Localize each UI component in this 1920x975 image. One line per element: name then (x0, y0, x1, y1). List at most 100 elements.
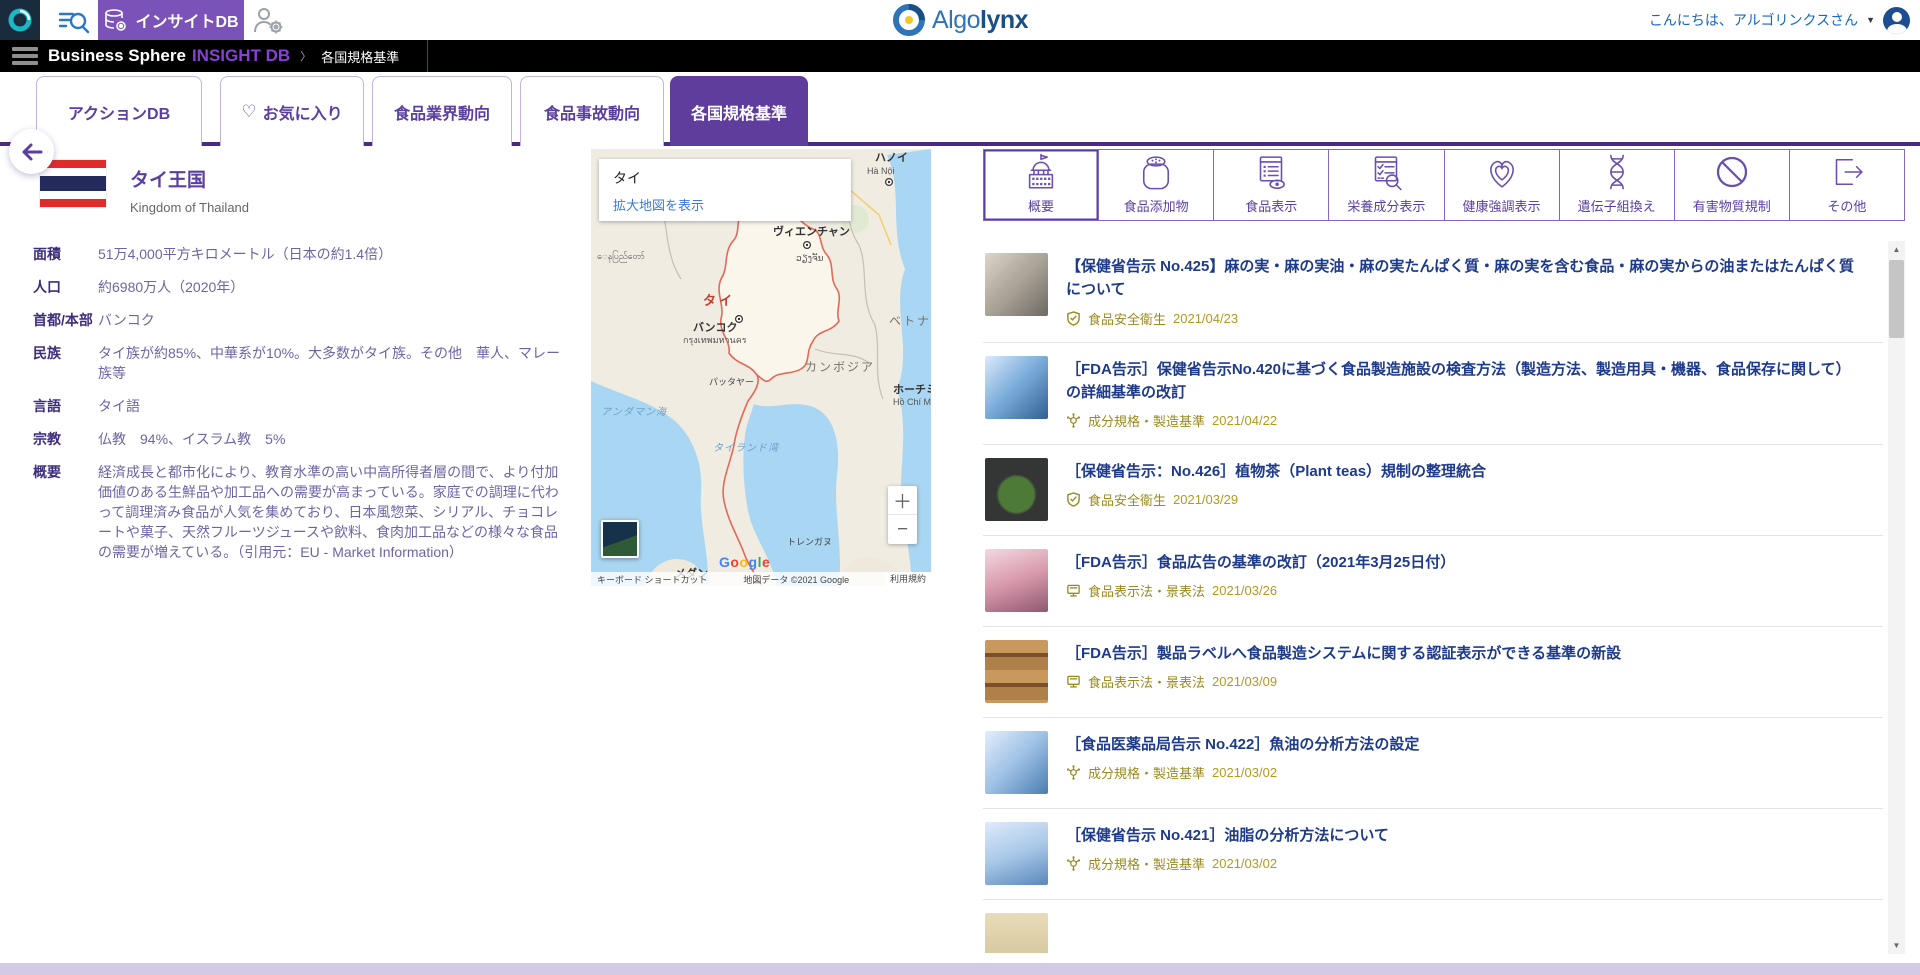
news-item[interactable]: ［保健省告示：No.426］植物茶（Plant teas）規制の整理統合 (983, 445, 1883, 536)
news-tag: 食品表示法・景表法 (1088, 581, 1205, 600)
map-terms-link[interactable]: 利用規約 (885, 572, 931, 586)
tab-favorites-label: お気に入り (263, 100, 343, 124)
thailand-map[interactable]: ハノイ Hà Nội ヴィエンチャン ວຽງຈັນ タイ バンコク กรุงเท… (591, 149, 931, 586)
country-name-en: Kingdom of Thailand (130, 200, 249, 215)
news-tag: 成分規格・製造基準 (1088, 763, 1205, 782)
news-tag: 食品表示法・景表法 (1088, 672, 1205, 691)
tab-country-standards[interactable]: 各国規格基準 (670, 76, 808, 146)
category-food-additives[interactable]: 食品添加物 (1099, 150, 1214, 220)
news-scrollbar[interactable]: ▲ ▼ (1888, 241, 1905, 954)
category-label: 食品添加物 (1124, 196, 1189, 215)
news-tag: 食品安全衛生 (1088, 490, 1166, 509)
category-health-claims[interactable]: 健康強調表示 (1445, 150, 1560, 220)
field-population: 人口約6980万人（2020年） (33, 277, 573, 297)
tag-icon (1066, 413, 1081, 428)
category-other[interactable]: その他 (1790, 150, 1904, 220)
molecule-icon (1066, 856, 1081, 871)
map-info-title: タイ (613, 168, 837, 188)
map-satellite-toggle[interactable] (601, 520, 639, 558)
news-item[interactable]: ［FDA告示］食品広告の基準の改訂（2021年3月25日付） (983, 536, 1883, 627)
news-thumbnail (985, 640, 1048, 703)
app-logo-icon[interactable] (0, 0, 40, 40)
app-name: Business Sphere (48, 46, 186, 66)
user-settings-icon[interactable] (252, 6, 284, 34)
map-label-hcmc: ホーチミ (893, 383, 931, 396)
tag-icon (1066, 674, 1081, 689)
news-title[interactable]: 【保健省告示 No.425】麻の実・麻の実油・麻の実たんぱく質・麻の実を含む食品… (1066, 255, 1856, 302)
tab-favorites[interactable]: ♡ お気に入り (220, 76, 364, 146)
molecule-icon (1066, 765, 1081, 780)
scrollbar-thumb[interactable] (1889, 260, 1904, 338)
category-nutrition-labeling[interactable]: 栄養成分表示 (1329, 150, 1444, 220)
news-title[interactable]: ［保健省告示：No.426］植物茶（Plant teas）規制の整理統合 (1066, 460, 1486, 483)
news-thumbnail (985, 913, 1048, 953)
news-meta: 成分規格・製造基準 2021/03/02 (1066, 854, 1389, 873)
news-date: 2021/03/02 (1212, 856, 1277, 871)
news-item[interactable]: 【保健省告示 No.425】麻の実・麻の実油・麻の実たんぱく質・麻の実を含む食品… (983, 240, 1883, 343)
news-title[interactable]: ［FDA告示］製品ラベルへ食品製造システムに関する認証表示ができる基準の新設 (1066, 642, 1621, 665)
news-list: 【保健省告示 No.425】麻の実・麻の実油・麻の実たんぱく質・麻の実を含む食品… (983, 240, 1883, 953)
map-label-vietnam: ベトナム (889, 314, 931, 328)
field-ethnicity: 民族タイ族が約85%、中華系が10%。大多数がタイ族。その他 華人、マレー族等 (33, 343, 573, 383)
news-thumbnail (985, 549, 1048, 612)
news-tag: 成分規格・製造基準 (1088, 854, 1205, 873)
map-label-andaman-sea: アンダマン海 (601, 406, 668, 418)
tab-action-db[interactable]: アクションDB (36, 76, 202, 146)
prohibition-icon (1711, 150, 1753, 194)
map-label-hanoi-en: Hà Nội (867, 166, 895, 176)
category-food-labeling[interactable]: 食品表示 (1214, 150, 1329, 220)
section-tabs: アクションDB ♡ お気に入り 食品業界動向 食品事故動向 各国規格基準 (0, 72, 1920, 146)
map-label-bangkok-th: กรุงเทพมหานคร (683, 335, 747, 346)
news-item[interactable]: ［保健省告示 No.421］油脂の分析方法について (983, 809, 1883, 900)
back-button[interactable] (9, 129, 54, 174)
news-title[interactable]: ［FDA告示］保健省告示No.420に基づく食品製造施設の検査方法（製造方法、製… (1066, 358, 1856, 405)
category-gmo[interactable]: 遺伝子組換え (1560, 150, 1675, 220)
swirl-icon (7, 7, 33, 33)
scroll-up-button[interactable]: ▲ (1888, 241, 1905, 258)
map-label-gulf-of-thailand: タイランド湾 (713, 442, 780, 454)
news-date: 2021/03/29 (1173, 492, 1238, 507)
map-shortcuts-link[interactable]: キーボード ショートカット (597, 573, 708, 586)
category-overview[interactable]: 概要 (984, 150, 1099, 220)
news-title[interactable]: ［FDA告示］食品広告の基準の改訂（2021年3月25日付） (1066, 551, 1455, 574)
double-heart-icon (1481, 150, 1523, 194)
news-item[interactable]: ［FDA告示］保健省告示No.420に基づく食品製造施設の検査方法（製造方法、製… (983, 343, 1883, 446)
map-enlarge-link[interactable]: 拡大地図を表示 (613, 195, 837, 214)
news-title[interactable]: ［保健省告示 No.421］油脂の分析方法について (1066, 824, 1389, 847)
database-icon (103, 8, 128, 32)
news-title[interactable]: ［食品医薬品局告示 No.422］魚油の分析方法の設定 (1066, 733, 1419, 756)
scroll-down-button[interactable]: ▼ (1888, 937, 1905, 954)
label-document-eye-icon (1250, 150, 1292, 194)
category-hazardous-substances[interactable]: 有害物質規制 (1675, 150, 1790, 220)
shield-check-icon (1066, 311, 1081, 326)
user-avatar[interactable] (1883, 7, 1910, 34)
user-greeting[interactable]: こんにちは、アルゴリンクスさん (1649, 10, 1858, 30)
map-label-thailand: タイ (703, 293, 735, 308)
user-menu-caret-icon[interactable]: ▼ (1866, 15, 1875, 25)
search-icon[interactable] (57, 6, 91, 34)
main-content: タイ王国 Kingdom of Thailand 面積51万4,000平方キロメ… (0, 146, 1920, 963)
field-overview: 概要経済成長と都市化により、教育水準の高い中高所得者層の間で、より付加価値のある… (33, 462, 573, 562)
government-building-icon (1020, 150, 1062, 194)
map-zoom-out-button[interactable]: − (888, 515, 917, 544)
dna-icon (1596, 150, 1638, 194)
app-name-accent: INSIGHT DB (192, 46, 290, 66)
tab-food-incident-trends[interactable]: 食品事故動向 (520, 76, 664, 146)
display-icon (1066, 583, 1081, 598)
hamburger-menu-icon[interactable] (12, 47, 38, 65)
map-zoom-in-button[interactable]: ＋ (888, 486, 917, 515)
news-item[interactable]: ［食品医薬品局告示 No.422］魚油の分析方法の設定 (983, 718, 1883, 809)
map-label-bangkok: バンコク (693, 321, 738, 334)
standards-panel: 概要 食品添加物 食品表示 (983, 149, 1905, 953)
news-meta: 食品表示法・景表法 2021/03/09 (1066, 672, 1621, 691)
news-date: 2021/03/09 (1212, 674, 1277, 689)
news-thumbnail (985, 253, 1048, 316)
news-item[interactable]: ［FDA告示］製品ラベルへ食品製造システムに関する認証表示ができる基準の新設 (983, 627, 1883, 718)
tab-food-industry-trends[interactable]: 食品業界動向 (372, 76, 512, 146)
category-label: 有害物質規制 (1693, 196, 1771, 215)
news-meta: 成分規格・製造基準 2021/03/02 (1066, 763, 1419, 782)
insight-db-nav-tab[interactable]: インサイトDB (98, 0, 244, 40)
map-label-hanoi: ハノイ (875, 151, 908, 164)
field-religion: 宗教仏教 94%、イスラム教 5% (33, 429, 573, 449)
news-item[interactable] (983, 900, 1883, 953)
